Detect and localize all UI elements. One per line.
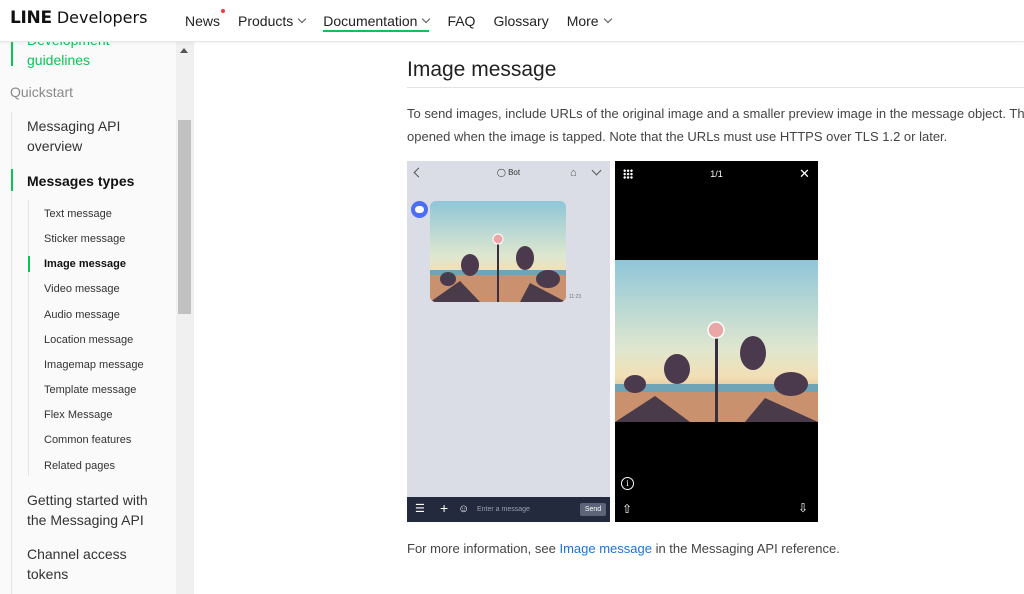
page-title: Image message <box>407 58 557 81</box>
nav-more-label: More <box>566 13 599 29</box>
nav-faq[interactable]: FAQ <box>447 0 475 42</box>
plus-icon: + <box>440 500 449 516</box>
send-button: Send <box>580 503 606 516</box>
share-icon: ⇧ <box>622 502 633 516</box>
sidebar-item-label: Development <box>27 42 110 50</box>
sidebar-active-marker-messages-types <box>11 169 13 191</box>
sidebar-item-label: the Messaging API <box>27 512 144 528</box>
bot-avatar-icon <box>411 201 428 218</box>
sidebar-item-label: Getting started with <box>27 492 148 508</box>
message-timestamp: 11:23 <box>569 294 582 300</box>
chat-input-placeholder: Enter a message <box>477 506 530 513</box>
image-page-count: 1/1 <box>710 169 723 179</box>
nav-news-label: News <box>185 13 221 29</box>
chevron-down-icon <box>422 14 431 24</box>
chat-input-bar: ☰ + ☺ Enter a message Send <box>407 497 610 522</box>
sidebar-sub-common-features[interactable]: Common features <box>44 433 131 447</box>
nav-documentation[interactable]: Documentation <box>323 0 431 42</box>
main-nav: News Products Documentation FAQ Glossary… <box>185 0 629 42</box>
chat-screenshot: ◯ Bot ⌂ 11:23 ☰ + ☺ Enter a message Send <box>407 161 610 522</box>
sidebar-sub-sticker-message[interactable]: Sticker message <box>44 232 125 246</box>
nav-documentation-label: Documentation <box>323 13 418 29</box>
info-icon: i <box>621 477 634 490</box>
sidebar-section-quickstart[interactable]: Quickstart <box>10 82 73 102</box>
intro-paragraph-line-1: To send images, include URLs of the orig… <box>407 106 1024 121</box>
sidebar-item-label: tokens <box>27 566 69 582</box>
sidebar-item-label: guidelines <box>27 52 91 68</box>
top-header: LINE Developers News Products Documentati… <box>0 0 1024 42</box>
docs-sidebar: Development guidelines Quickstart Messag… <box>0 42 194 594</box>
sidebar-item-development-guidelines[interactable]: Development guidelines <box>27 42 110 70</box>
chevron-down-icon <box>603 14 612 24</box>
sidebar-sub-flex-message[interactable]: Flex Message <box>44 408 112 422</box>
nav-glossary-label: Glossary <box>493 13 549 29</box>
sidebar-active-marker-image-message <box>28 256 30 272</box>
logo-line-text: LINE <box>10 8 52 28</box>
sidebar-item-label: Channel access <box>27 546 127 562</box>
image-viewer-screenshot: 1/1 ✕ i ⇧ ⇩ <box>615 161 818 522</box>
more-info-paragraph: For more information, see Image message … <box>407 541 840 556</box>
nav-products[interactable]: Products <box>238 0 307 42</box>
original-image <box>615 260 818 422</box>
nav-news[interactable]: News <box>185 0 226 42</box>
chat-title: ◯ Bot <box>407 168 610 177</box>
scroll-up-arrow-icon[interactable] <box>180 48 188 53</box>
sidebar-scrollbar[interactable] <box>176 42 193 594</box>
sidebar-sub-text-message[interactable]: Text message <box>44 207 112 221</box>
emoji-icon: ☺ <box>458 503 470 515</box>
logo-developers-text: Developers <box>56 8 148 27</box>
chevron-down-icon <box>298 14 307 24</box>
nav-more[interactable]: More <box>566 0 612 42</box>
menu-list-icon: ☰ <box>415 503 425 515</box>
beach-scene-image <box>430 201 566 302</box>
shield-icon: ◯ <box>496 168 509 177</box>
sidebar-item-channel-access-tokens[interactable]: Channel access tokens <box>27 544 127 584</box>
sidebar-sub-audio-message[interactable]: Audio message <box>44 308 120 322</box>
more-info-prefix: For more information, see <box>407 541 560 556</box>
sidebar-subtree-line <box>28 200 29 476</box>
download-icon: ⇩ <box>798 501 809 515</box>
chat-top-bar: ◯ Bot ⌂ <box>407 161 610 185</box>
beach-scene-large-image <box>615 260 818 422</box>
more-info-suffix: in the Messaging API reference. <box>651 541 840 556</box>
sidebar-sub-imagemap-message[interactable]: Imagemap message <box>44 358 144 372</box>
nav-products-label: Products <box>238 13 294 29</box>
bot-name: Bot <box>508 168 521 177</box>
close-icon: ✕ <box>799 166 810 181</box>
sidebar-item-messaging-api-overview[interactable]: Messaging API overview <box>27 116 120 156</box>
sidebar-sub-image-message[interactable]: Image message <box>44 257 126 271</box>
line-developers-logo[interactable]: LINE Developers <box>10 8 147 30</box>
sidebar-sub-video-message[interactable]: Video message <box>44 282 120 296</box>
title-divider <box>407 87 1024 88</box>
preview-image <box>430 201 566 302</box>
sidebar-active-marker-guidelines <box>11 42 13 66</box>
sidebar-item-getting-started[interactable]: Getting started with the Messaging API <box>27 490 148 530</box>
image-message-reference-link[interactable]: Image message <box>559 541 652 556</box>
sidebar-sub-template-message[interactable]: Template message <box>44 383 136 397</box>
sidebar-item-label: Messaging API <box>27 118 121 134</box>
sidebar-sub-location-message[interactable]: Location message <box>44 333 133 347</box>
sidebar-scrollbar-thumb[interactable] <box>178 120 191 314</box>
intro-paragraph-line-2: opened when the image is tapped. Note th… <box>407 129 948 144</box>
news-notification-dot <box>221 9 226 13</box>
sidebar-sub-related-pages[interactable]: Related pages <box>44 459 115 473</box>
nav-glossary[interactable]: Glossary <box>493 0 548 42</box>
sidebar-item-label: overview <box>27 138 83 154</box>
home-icon: ⌂ <box>570 167 577 179</box>
sidebar-item-messages-types[interactable]: Messages types <box>27 171 134 191</box>
nav-faq-label: FAQ <box>447 13 476 29</box>
